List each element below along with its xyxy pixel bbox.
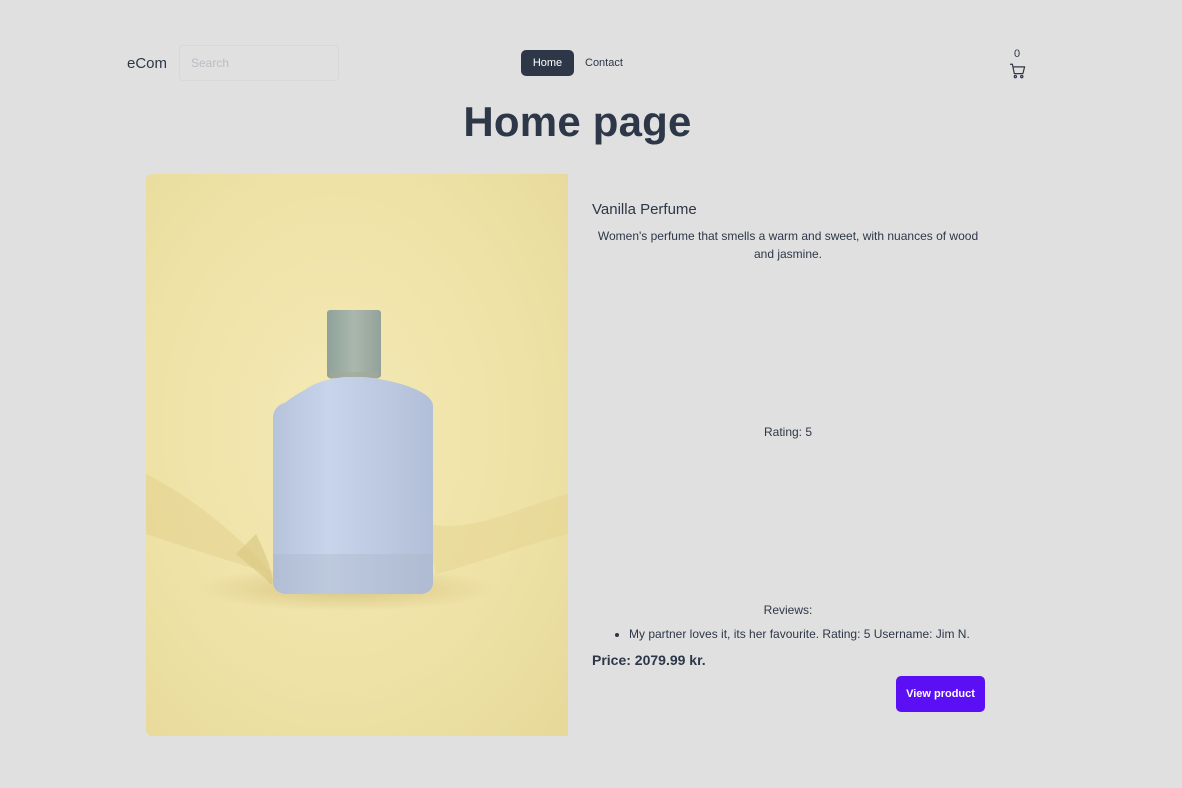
reviews-label: Reviews: [763, 603, 813, 617]
cart-count: 0 [1014, 48, 1021, 60]
review-item: My partner loves it, its her favourite. … [629, 627, 970, 641]
product-description: Women's perfume that smells a warm and s… [597, 229, 979, 261]
product-price: Price: 2079.99 kr. [592, 652, 706, 668]
search-input[interactable] [179, 45, 339, 81]
brand-logo[interactable]: eCom [127, 55, 167, 72]
product-name: Vanilla Perfume [592, 201, 697, 218]
product-image[interactable] [146, 174, 568, 736]
view-product-button[interactable]: View product [896, 676, 985, 712]
nav-home-button[interactable]: Home [521, 50, 574, 76]
nav-contact-link[interactable]: Contact [585, 57, 623, 69]
reviews-list: My partner loves it, its her favourite. … [629, 627, 970, 641]
shopping-cart-icon[interactable] [1009, 62, 1027, 80]
product-rating: Rating: 5 [763, 425, 813, 439]
page-title: Home page [463, 98, 692, 145]
page: eCom Home Contact 0 Home page [0, 0, 1182, 788]
